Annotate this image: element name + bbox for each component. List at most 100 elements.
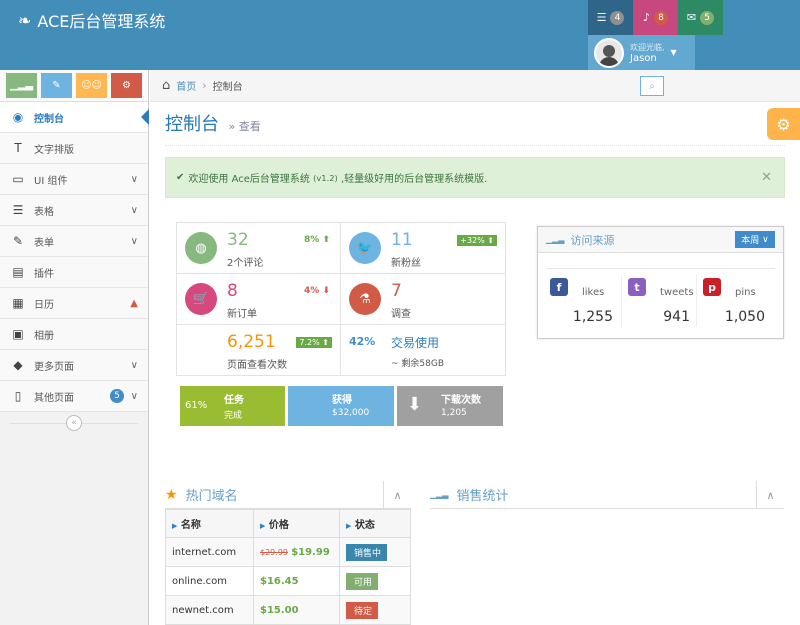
tile-sub: $32,000	[332, 408, 370, 418]
transaction-sub: ~ 剩余58GB	[391, 359, 445, 369]
source-twitter: t tweets 941	[621, 275, 696, 327]
tag-icon: ◆	[13, 358, 23, 372]
column-header: ▶ 状态	[339, 509, 411, 538]
sidebar-item-label: 日历	[34, 299, 54, 311]
sidebar-item-label: 相册	[34, 330, 54, 342]
leaf-icon: ❧	[18, 10, 32, 30]
tile-downloads[interactable]: ⬇ 下载次数 1,205	[397, 386, 503, 426]
collapse-toggle-button[interactable]: «	[66, 415, 82, 431]
stat-change: 8% ⬆	[304, 235, 330, 245]
sidebar-item-plugins[interactable]: ▤ 插件	[0, 257, 148, 288]
transaction-title: 交易使用	[391, 336, 440, 350]
warning-icon: ▲	[130, 297, 138, 309]
shortcut-cogs-button[interactable]: ⚙	[111, 73, 142, 98]
home-icon: ⌂	[162, 78, 171, 93]
download-icon: ⬇	[407, 394, 423, 415]
tile-tasks[interactable]: 61% 任务 完成	[180, 386, 285, 426]
domains-widget-header: ★ 热门域名 ∧	[165, 481, 411, 509]
stat-value: 6,251	[227, 332, 276, 352]
column-header: ▶ 名称	[165, 509, 254, 538]
user-menu[interactable]: 欢迎光临, Jason ▼	[588, 35, 695, 70]
stats-box: ◍ 32 2个评论 8% ⬆ 🐦 11 新粉丝 +32% ⬆ 🛒 8 新订单 4…	[176, 222, 506, 376]
widget-title: 访问来源	[570, 233, 615, 247]
chevron-down-icon: ∨	[762, 234, 769, 245]
sidebar-item-forms[interactable]: ✎ 表单 ∨	[0, 226, 148, 257]
sidebar-item-typography[interactable]: T 文字排版	[0, 133, 148, 164]
sidebar-collapse: «	[0, 412, 148, 434]
stat-label: 2个评论	[227, 258, 264, 269]
widget-title: 销售统计	[456, 489, 509, 504]
user-name: Jason	[630, 52, 657, 64]
user-greeting: 欢迎光临,	[630, 42, 665, 52]
stat-value: 8	[227, 281, 238, 301]
sidebar-shortcuts: ▁▂▃ ✎ ☺☺ ⚙	[0, 70, 148, 102]
tile-earnings[interactable]: 获得 $32,000	[288, 386, 394, 426]
stat-value: 7	[391, 281, 402, 301]
tasks-icon: ☰	[596, 11, 607, 24]
chevron-down-icon: ∨	[130, 359, 138, 371]
top-navbar: ❧ ACE后台管理系统 ☰ 4 ♪ 8 ✉ 5 欢迎光临, Jason ▼	[0, 0, 800, 70]
group-icon: ☺☺	[81, 80, 102, 91]
infobox-tiles: 61% 任务 完成 获得 $32,000 ⬇ 下载次数 1,205	[180, 386, 505, 426]
sidebar-item-dashboard[interactable]: ◉ 控制台	[0, 102, 149, 133]
source-value: 941	[663, 309, 690, 325]
sidebar-item-more-pages[interactable]: ◆ 更多页面 ∨	[0, 350, 148, 381]
stat-followers: 🐦 11 新粉丝 +32% ⬆	[341, 223, 505, 274]
domain-price: $16.45	[253, 566, 340, 596]
source-pinterest: p pins 1,050	[696, 275, 771, 327]
sidebar-item-calendar[interactable]: ▦ 日历 ▲	[0, 288, 148, 319]
source-name: pins	[735, 287, 756, 298]
picture-icon: ▣	[12, 327, 24, 341]
domain-name: online.com	[165, 566, 254, 596]
chevron-down-icon: ∨	[130, 204, 138, 216]
bell-icon: ♪	[642, 11, 651, 24]
sidebar-item-tables[interactable]: ☰ 表格 ∨	[0, 195, 148, 226]
stat-label: 页面查看次数	[227, 360, 287, 371]
settings-button[interactable]: ⚙	[767, 108, 800, 140]
sidebar-item-label: 表单	[34, 237, 54, 249]
shortcut-pencil-button[interactable]: ✎	[41, 73, 72, 98]
stat-value: 11	[391, 230, 413, 250]
domain-name: internet.com	[165, 537, 254, 567]
search-input[interactable]: ⌕	[640, 76, 664, 96]
period-dropdown[interactable]: 本周 ∨	[735, 231, 775, 248]
sidebar-item-other-pages[interactable]: ▯ 其他页面 5 ∨	[0, 381, 148, 412]
file-icon: ▯	[14, 389, 22, 403]
text-icon: T	[14, 141, 22, 155]
comments-icon: ◍	[185, 232, 217, 264]
table-row: newnet.com $15.00 待定	[165, 595, 411, 625]
pencil-icon: ✎	[52, 80, 61, 91]
chevron-down-icon: ∨	[130, 390, 138, 402]
stat-change: 7.2% ⬆	[296, 337, 332, 348]
breadcrumb: ⌂ 首页 › 控制台	[150, 70, 800, 102]
sidebar-item-label: 表格	[34, 206, 54, 218]
brand[interactable]: ❧ ACE后台管理系统	[18, 8, 165, 32]
close-icon[interactable]: ✕	[761, 170, 772, 185]
collapse-button[interactable]: ∧	[756, 481, 784, 509]
messages-button[interactable]: ✉ 5	[678, 0, 723, 35]
tasks-button[interactable]: ☰ 4	[588, 0, 633, 35]
arrow-up-icon: ⬆	[322, 235, 330, 245]
collapse-button[interactable]: ∧	[383, 481, 411, 509]
sidebar-item-gallery[interactable]: ▣ 相册	[0, 319, 148, 350]
gear-icon: ⚙	[776, 114, 791, 134]
stat-value: 32	[227, 230, 249, 250]
envelope-icon: ✉	[686, 11, 697, 24]
notifications-button[interactable]: ♪ 8	[633, 0, 678, 35]
sidebar-item-label: 控制台	[34, 113, 64, 125]
chevron-up-icon: ∧	[393, 488, 402, 502]
domain-price: $29.99 $19.99	[253, 537, 340, 567]
sidebar: ▁▂▃ ✎ ☺☺ ⚙ ◉ 控制台 T 文字排版 ▭ UI 组件 ∨ ☰ 表格 ∨…	[0, 70, 149, 625]
domain-status: 待定	[339, 595, 411, 625]
other-pages-badge: 5	[110, 389, 124, 403]
breadcrumb-home[interactable]: 首页	[176, 78, 196, 93]
check-icon: ✔	[176, 172, 185, 183]
stat-transactions: 42% 交易使用 ~ 剩余58GB	[341, 325, 505, 376]
avatar	[594, 37, 624, 68]
twitter-icon: 🐦	[349, 232, 381, 264]
chevron-up-icon: ∧	[766, 488, 775, 502]
shortcut-signal-button[interactable]: ▁▂▃	[6, 73, 37, 98]
sidebar-item-ui[interactable]: ▭ UI 组件 ∨	[0, 164, 148, 195]
shortcut-group-button[interactable]: ☺☺	[76, 73, 107, 98]
sidebar-item-label: 更多页面	[34, 361, 74, 373]
